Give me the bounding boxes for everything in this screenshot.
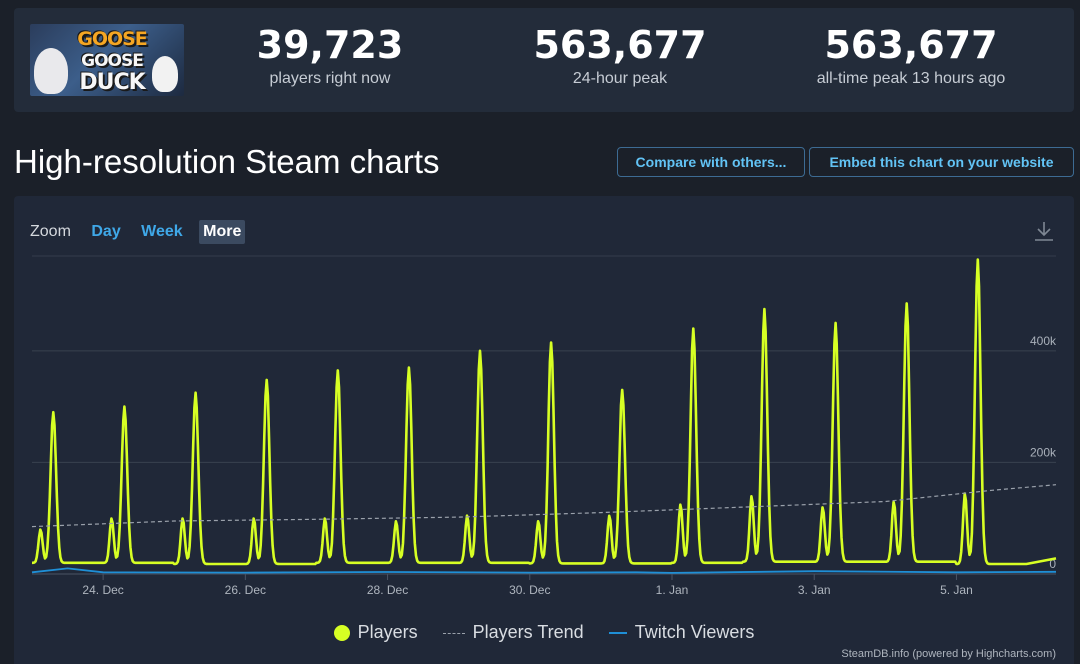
chart-card: 0 200k 400k 24. Dec 26. Dec 28. Dec 30. Dec 1. … <box>14 196 1074 664</box>
download-icon[interactable] <box>1034 220 1054 242</box>
legend-label-twitch: Twitch Viewers <box>634 622 755 642</box>
y-tick-label: 200k <box>1030 445 1057 459</box>
twitch-viewers-line <box>31 567 1057 574</box>
goose-character-image-2 <box>152 56 178 92</box>
players-series-line <box>31 258 1057 566</box>
page-title: High-resolution Steam charts <box>14 143 440 180</box>
x-tick-label: 3. Jan <box>798 583 831 597</box>
x-tick-label: 5. Jan <box>940 583 973 597</box>
players-marker-icon <box>333 625 350 642</box>
game-logo-text: GOOSE GOOSE DUCK <box>70 28 154 94</box>
stat-label: 24-hour peak <box>572 70 668 87</box>
logo-word-2: GOOSE <box>81 51 144 71</box>
zoom-week-button[interactable]: Week <box>137 220 187 244</box>
x-tick-label: 1. Jan <box>656 583 689 597</box>
players-chart[interactable]: 0200k400k24. Dec 26. Dec 28. Dec 30. Dec 1. … <box>14 196 1074 664</box>
compare-button[interactable]: Compare with others... <box>617 147 805 177</box>
logo-word-3: DUCK <box>79 70 145 95</box>
x-tick-label: 30. Dec <box>509 583 550 597</box>
embed-chart-button[interactable]: Embed this chart on your website <box>809 147 1074 177</box>
zoom-more-button[interactable]: More <box>199 220 246 244</box>
legend-item-twitch[interactable]: Twitch Viewers <box>608 620 755 644</box>
zoom-day-button[interactable]: Day <box>87 220 124 244</box>
legend-item-trend[interactable]: Players Trend <box>442 620 584 644</box>
legend-label-players: Players <box>357 622 418 642</box>
stat-all-time-peak: 563,677 all-time peak 13 hours ago <box>798 22 1024 90</box>
game-logo[interactable]: GOOSE GOOSE DUCK <box>30 24 184 96</box>
stats-panel: GOOSE GOOSE DUCK 39,723 players right no… <box>14 8 1074 112</box>
stat-label: players right now <box>269 70 391 87</box>
goose-character-image <box>34 48 68 94</box>
stat-label: all-time peak 13 hours ago <box>816 70 1006 87</box>
zoom-label: Zoom <box>30 223 71 240</box>
chart-credit[interactable]: SteamDB.info (powered by Highcharts.com) <box>841 648 1056 660</box>
zoom-controls: Zoom Day Week More <box>30 220 253 244</box>
stat-value: 39,723 <box>256 23 404 67</box>
stat-players-now: 39,723 players right now <box>250 22 410 90</box>
legend-label-trend: Players Trend <box>472 622 584 642</box>
legend-item-players[interactable]: Players <box>333 620 418 644</box>
x-tick-label: 26. Dec <box>225 583 266 597</box>
stat-24h-peak: 563,677 24-hour peak <box>524 22 716 90</box>
x-tick-label: 24. Dec <box>82 583 123 597</box>
chart-legend: Players Players Trend Twitch Viewers <box>14 620 1074 644</box>
stat-value: 563,677 <box>824 23 998 67</box>
twitch-marker-icon <box>608 632 627 635</box>
y-tick-label: 400k <box>1030 334 1057 348</box>
stat-value: 563,677 <box>533 23 707 67</box>
x-tick-label: 28. Dec <box>367 583 408 597</box>
trend-marker-icon <box>442 632 465 634</box>
logo-word-1: GOOSE <box>77 28 148 50</box>
